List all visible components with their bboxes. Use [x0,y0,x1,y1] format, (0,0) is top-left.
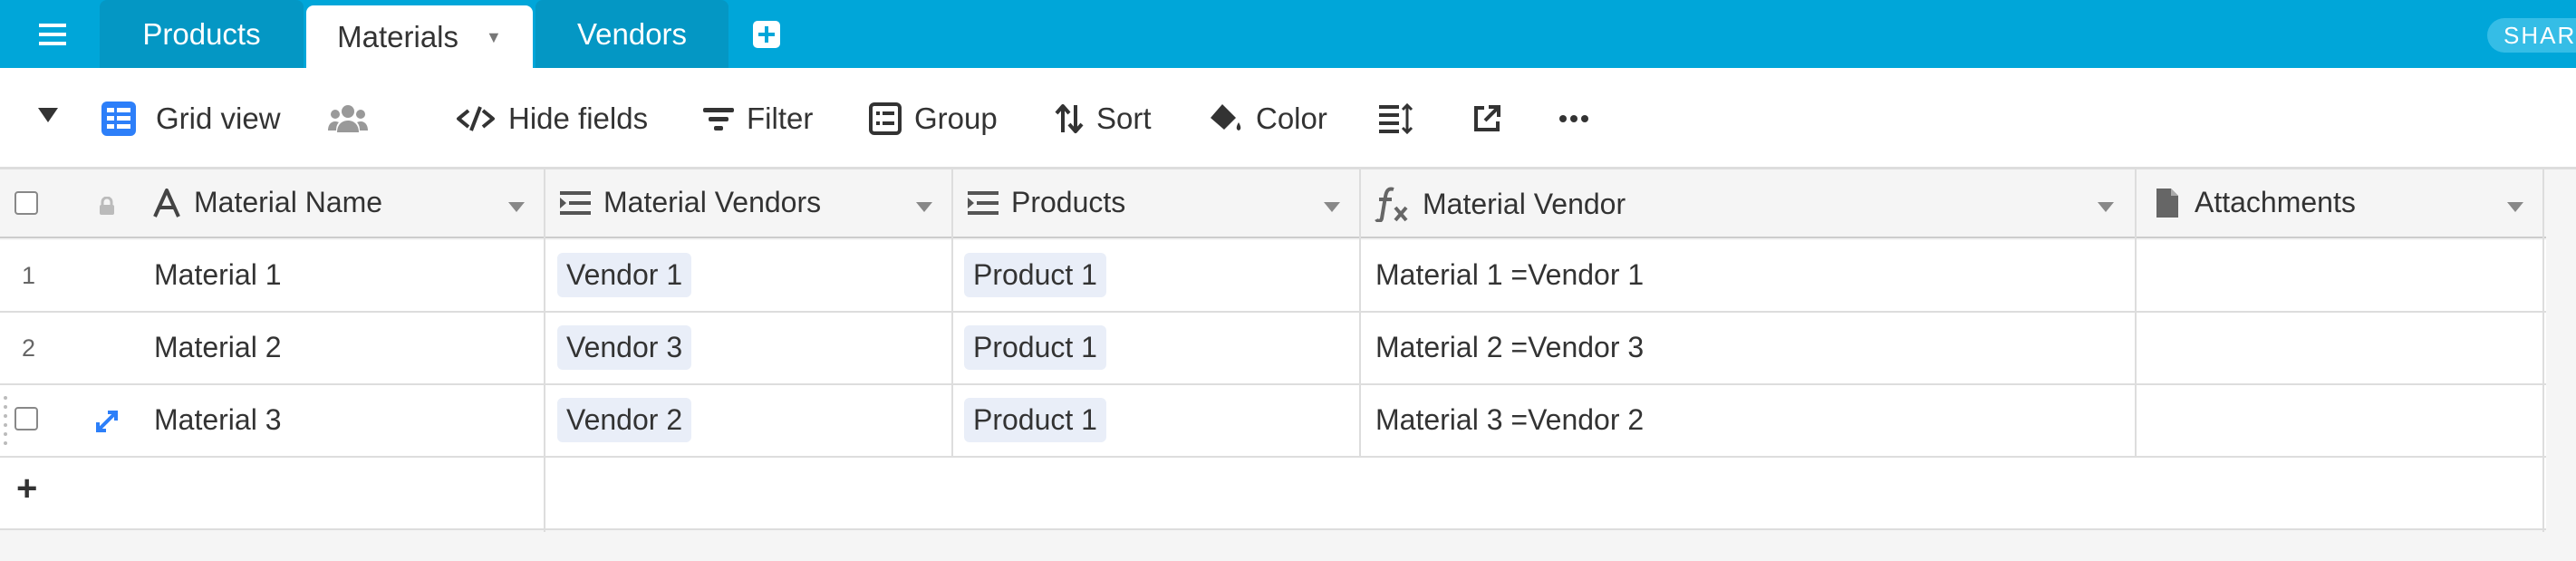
share-view-button[interactable] [1472,93,1501,144]
data-grid: Material Name Material Vendors Products … [0,169,2576,561]
table-row[interactable]: 1 Material 1 Vendor 1 Product 1 Material… [0,240,2546,313]
sort-label: Sort [1096,102,1152,135]
cell-material-vendors[interactable]: Vendor 1 [557,253,692,297]
linked-record-icon [560,190,591,215]
view-name: Grid view [156,102,281,135]
group-label: Group [914,102,998,135]
add-table-icon[interactable] [752,20,781,49]
cell-material-name[interactable]: Material 2 [154,331,282,364]
linked-record-pill[interactable]: Vendor 1 [557,253,692,297]
table-row[interactable]: 2 Material 2 Vendor 3 Product 1 Material… [0,313,2546,385]
cell-products[interactable]: Product 1 [964,253,1106,297]
chevron-down-icon[interactable] [916,202,932,212]
column-header-products[interactable]: Products [968,186,1125,219]
cell-material-name[interactable]: Material 3 [154,403,282,437]
column-label: Attachments [2195,186,2356,218]
tab-label: Materials [337,20,459,53]
filter-icon [703,108,734,131]
row-checkbox[interactable] [14,407,38,430]
hide-fields-button[interactable]: Hide fields [456,93,648,144]
grid-header: Material Name Material Vendors Products … [0,169,2546,238]
chevron-down-icon[interactable] [2507,202,2523,212]
group-icon [869,102,902,135]
chevron-down-icon[interactable] [1324,202,1340,212]
sidebar-toggle-icon[interactable] [38,108,58,127]
tab-label: Products [142,16,261,51]
more-icon [1559,115,1588,122]
expand-record-icon[interactable] [94,409,120,434]
column-header-attachments[interactable]: Attachments [2155,186,2356,219]
tab-vendors[interactable]: Vendors [535,0,728,68]
linked-record-icon [968,190,999,215]
column-divider[interactable] [544,169,545,532]
linked-record-pill[interactable]: Product 1 [964,325,1106,370]
linked-record-pill[interactable]: Vendor 3 [557,325,692,370]
share-label: SHAR [2504,21,2576,49]
hide-fields-label: Hide fields [508,102,649,135]
document-icon [2156,188,2178,218]
cell-products[interactable]: Product 1 [964,398,1106,442]
text-field-icon [153,188,180,218]
drag-handle[interactable] [4,394,11,452]
lock-icon [98,197,116,215]
column-header-material-name[interactable]: Material Name [152,186,382,219]
sort-icon [1055,104,1084,133]
color-label: Color [1256,102,1327,135]
top-bar: Products Materials ▼ Vendors SHAR [0,0,2576,69]
column-header-material-vendors[interactable]: Material Vendors [560,186,821,219]
cell-products[interactable]: Product 1 [964,325,1106,370]
eye-slash-icon [457,106,495,131]
people-icon [328,105,368,132]
cell-material-vendors[interactable]: Vendor 3 [557,325,692,370]
filter-button[interactable]: Filter [703,93,813,144]
cell-material-vendor[interactable]: Material 2 =Vendor 3 [1375,331,1644,364]
color-button[interactable]: Color [1209,93,1327,144]
paint-bucket-icon [1211,104,1241,131]
row-number: 2 [22,334,36,362]
tab-products[interactable]: Products [100,0,304,68]
column-divider[interactable] [951,169,953,458]
row-number: 1 [22,262,36,289]
formula-icon [1375,187,1408,222]
menu-icon[interactable] [20,9,85,60]
row-height-icon [1379,103,1413,134]
cell-material-name[interactable]: Material 1 [154,258,282,292]
column-divider[interactable] [2542,169,2544,532]
collaborators-button[interactable] [328,93,368,144]
chevron-down-icon[interactable] [508,202,525,212]
filter-label: Filter [747,102,814,135]
chevron-down-icon[interactable]: ▼ [486,28,502,47]
view-switcher[interactable]: Grid view [100,93,281,144]
add-record-button[interactable]: + [16,469,37,509]
cell-material-vendors[interactable]: Vendor 2 [557,398,692,442]
tab-label: Vendors [576,16,688,51]
share-button[interactable]: SHAR [2487,18,2576,53]
cell-material-vendor[interactable]: Material 1 =Vendor 1 [1375,258,1644,292]
add-record-row[interactable]: + [0,458,2546,530]
column-header-material-vendor[interactable]: Material Vendor [1374,186,1626,222]
linked-record-pill[interactable]: Vendor 2 [557,398,692,442]
group-button[interactable]: Group [869,93,998,144]
more-options-button[interactable] [1558,93,1589,144]
grid-view-icon [101,102,136,136]
linked-record-pill[interactable]: Product 1 [964,253,1106,297]
column-label: Products [1011,186,1126,218]
tab-materials[interactable]: Materials ▼ [306,5,533,69]
table-row[interactable]: Material 3 Vendor 2 Product 1 Material 3… [0,385,2546,458]
column-label: Material Name [194,186,383,218]
row-height-button[interactable] [1379,93,1413,144]
column-label: Material Vendor [1423,187,1626,220]
view-toolbar: Grid view Hide fields Filter Group Sort … [0,68,2576,169]
column-label: Material Vendors [603,186,822,218]
select-all-checkbox[interactable] [14,191,38,215]
linked-record-pill[interactable]: Product 1 [964,398,1106,442]
chevron-down-icon[interactable] [2098,202,2114,212]
external-link-icon [1474,105,1500,131]
column-divider[interactable] [1359,169,1361,458]
cell-material-vendor[interactable]: Material 3 =Vendor 2 [1375,403,1644,437]
sort-button[interactable]: Sort [1055,93,1152,144]
column-divider[interactable] [2135,169,2137,458]
